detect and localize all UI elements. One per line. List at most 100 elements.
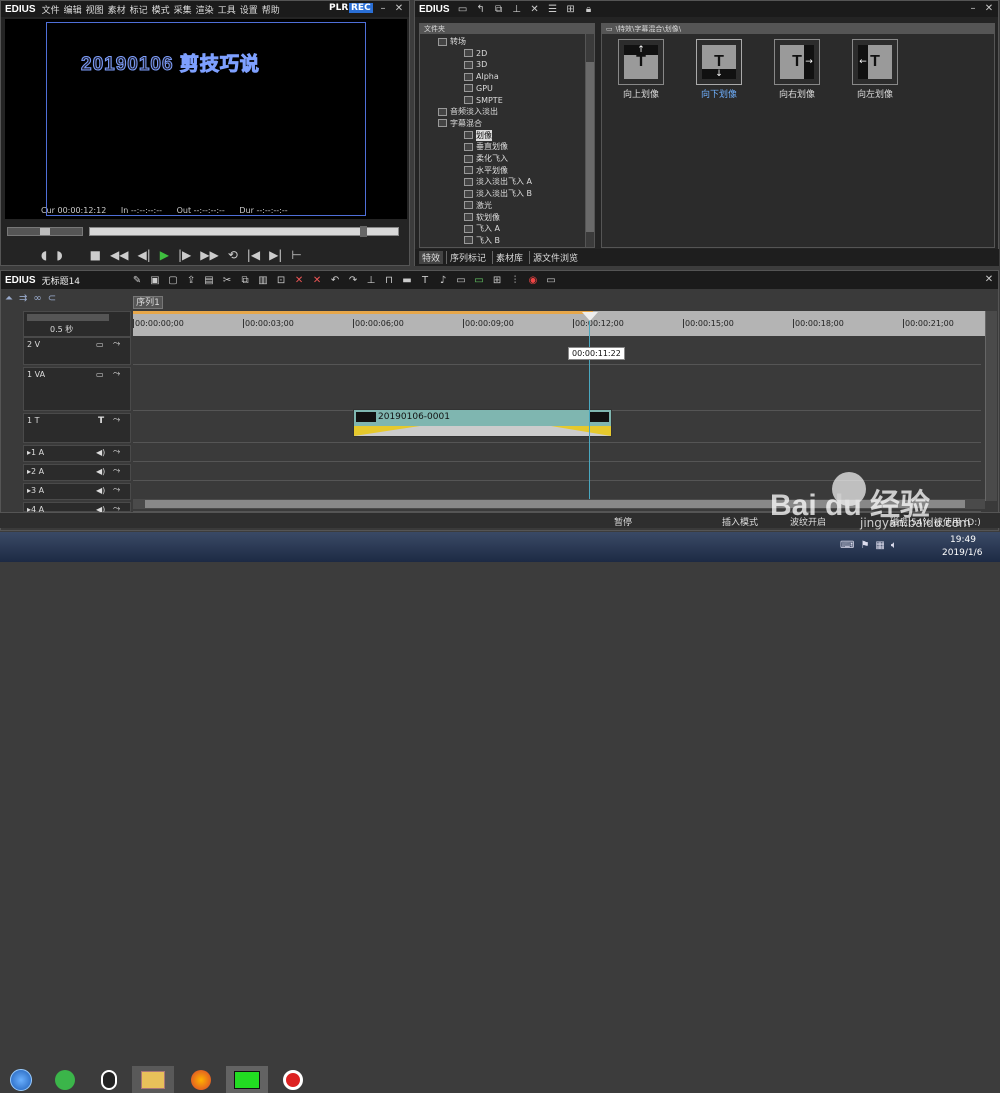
menu-view[interactable]: 视图 xyxy=(86,6,104,16)
close-icon[interactable]: ✕ xyxy=(983,274,995,285)
menu-help[interactable]: 帮助 xyxy=(262,6,280,16)
taskbar-360-icon[interactable] xyxy=(44,1066,86,1093)
playhead-line[interactable] xyxy=(589,319,590,499)
rewind-icon[interactable]: ◀◀ xyxy=(110,248,128,262)
sequence-tab[interactable]: 序列1 xyxy=(133,296,163,309)
next-edit-icon[interactable]: ▶| xyxy=(269,248,282,262)
tree-item[interactable]: 垂直划像 xyxy=(464,141,508,152)
save-icon[interactable]: ▤ xyxy=(202,274,216,287)
minimize-icon[interactable]: – xyxy=(377,3,389,14)
undo-icon[interactable]: ↶ xyxy=(328,274,342,287)
tree-item[interactable]: Alpha xyxy=(464,71,499,82)
track-toggle-icon[interactable]: ⤳ xyxy=(113,339,120,349)
snap-icon[interactable]: ⊓ xyxy=(382,274,396,287)
tree-item[interactable]: 水平划像 xyxy=(464,165,508,176)
taskbar-edius-icon[interactable] xyxy=(226,1066,268,1093)
track-group-icon[interactable]: ⊂ xyxy=(48,293,56,307)
menu-mode[interactable]: 模式 xyxy=(152,6,170,16)
open-icon[interactable]: ▣ xyxy=(148,274,162,287)
rec-button[interactable]: REC xyxy=(349,3,373,13)
match-frame-icon[interactable]: ⊢ xyxy=(291,248,301,262)
speaker-icon[interactable]: ◀) xyxy=(96,467,105,476)
track-lane[interactable] xyxy=(133,445,981,462)
copy-icon[interactable]: ⧉ xyxy=(238,274,252,287)
tree-item[interactable]: 划像 xyxy=(464,129,492,141)
menu-settings[interactable]: 设置 xyxy=(240,6,258,16)
tree-item[interactable]: 3D xyxy=(464,59,487,70)
close-icon[interactable]: ✕ xyxy=(393,3,405,14)
zoom-value[interactable]: 0.5 秒 xyxy=(50,324,73,335)
insert-icon[interactable]: ⊥ xyxy=(510,3,524,16)
set-in-icon[interactable]: ◖ xyxy=(41,248,47,262)
track-toggle-icon[interactable]: ⤳ xyxy=(113,485,120,495)
levels-icon[interactable]: ⫶ xyxy=(508,274,522,287)
stop-icon[interactable]: ■ xyxy=(90,248,101,262)
track-lane[interactable] xyxy=(133,367,981,411)
tree-scroll-thumb[interactable] xyxy=(586,62,594,232)
taskbar-qq-icon[interactable] xyxy=(88,1066,130,1093)
zoom-slider[interactable] xyxy=(27,314,109,321)
folder-icon[interactable]: ▭ xyxy=(456,3,470,16)
taskbar-firefox-icon[interactable] xyxy=(180,1066,222,1093)
shuttle-slider[interactable] xyxy=(7,227,83,236)
effect-wipe-down[interactable]: T ↓ xyxy=(696,39,742,85)
track-link-icon[interactable]: ⇉ xyxy=(19,293,27,307)
tree-item[interactable]: 柔化飞入 xyxy=(464,153,508,164)
up-folder-icon[interactable]: ↰ xyxy=(474,3,488,16)
tray-flag-icon[interactable]: ⚑ xyxy=(860,540,869,554)
tree-item[interactable]: 转场 xyxy=(438,36,466,47)
tree-item[interactable]: 飞入 A xyxy=(464,223,500,234)
mic-icon[interactable]: ♪ xyxy=(436,274,450,287)
title-clip[interactable]: 20190106-0001 xyxy=(353,409,612,437)
position-handle[interactable] xyxy=(360,226,367,237)
replace-icon[interactable]: ⊡ xyxy=(274,274,288,287)
plr-button[interactable]: PLR xyxy=(329,3,348,13)
tree-item[interactable]: SMPTE xyxy=(464,95,503,106)
step-back-icon[interactable]: ◀| xyxy=(137,248,150,262)
menu-marker[interactable]: 标记 xyxy=(130,6,148,16)
menu-edit[interactable]: 编辑 xyxy=(64,6,82,16)
tree-item[interactable]: 激光 xyxy=(464,200,492,211)
track-toggle-icon[interactable]: ⤳ xyxy=(113,466,120,476)
lock-icon[interactable]: 🔒︎ xyxy=(582,3,596,16)
tree-scrollbar[interactable] xyxy=(585,34,594,247)
tree-item[interactable]: 淡入淡出飞入 B xyxy=(464,188,532,199)
render-icon[interactable]: ▭ xyxy=(454,274,468,287)
tab-bin[interactable]: 素材库 xyxy=(492,251,526,264)
redo-icon[interactable]: ↷ xyxy=(346,274,360,287)
tree-item[interactable]: 飞入 B xyxy=(464,235,500,246)
display-icon[interactable]: ▭ xyxy=(96,340,104,349)
speaker-icon[interactable]: ◀) xyxy=(96,448,105,457)
delete-icon[interactable]: ✕ xyxy=(292,274,306,287)
taskbar-explorer-icon[interactable] xyxy=(132,1066,174,1093)
taskbar-recorder-icon[interactable] xyxy=(272,1066,314,1093)
speaker-icon[interactable]: ◀) xyxy=(96,486,105,495)
playhead-marker-icon[interactable] xyxy=(582,312,598,321)
tree-item[interactable]: 2D xyxy=(464,48,487,59)
track-toggle-icon[interactable]: ⤳ xyxy=(113,447,120,457)
fast-forward-icon[interactable]: ▶▶ xyxy=(200,248,218,262)
tab-sequence-marker[interactable]: 序列标记 xyxy=(446,251,489,264)
tree-item[interactable]: 字幕混合 xyxy=(438,118,482,129)
clock-time[interactable]: 19:49 xyxy=(950,535,976,545)
tree-item[interactable]: 音频淡入淡出 xyxy=(438,106,498,117)
menu-render[interactable]: 渲染 xyxy=(196,6,214,16)
position-slider[interactable] xyxy=(89,226,399,237)
link-icon[interactable]: ▬ xyxy=(400,274,414,287)
tab-effects[interactable]: 特效 xyxy=(419,251,444,264)
close-icon[interactable]: ✕ xyxy=(983,3,995,14)
mixer-icon[interactable]: ▭ xyxy=(472,274,486,287)
menu-capture[interactable]: 采集 xyxy=(174,6,192,16)
tree-item[interactable]: 软划像 xyxy=(464,212,500,223)
track-lane[interactable] xyxy=(133,337,981,365)
new-icon[interactable]: ▢ xyxy=(166,274,180,287)
effect-wipe-up[interactable]: T ↑ xyxy=(618,39,664,85)
properties-icon[interactable]: ☰ xyxy=(546,3,560,16)
layout-icon[interactable]: ▭ xyxy=(544,274,558,287)
grid-icon[interactable]: ⊞ xyxy=(490,274,504,287)
menu-file[interactable]: 文件 xyxy=(42,6,60,16)
ripple-delete-icon[interactable]: ✕ xyxy=(310,274,324,287)
effect-wipe-left[interactable]: T ← xyxy=(852,39,898,85)
prev-edit-icon[interactable]: |◀ xyxy=(247,248,260,262)
title-icon[interactable]: T xyxy=(418,274,432,287)
